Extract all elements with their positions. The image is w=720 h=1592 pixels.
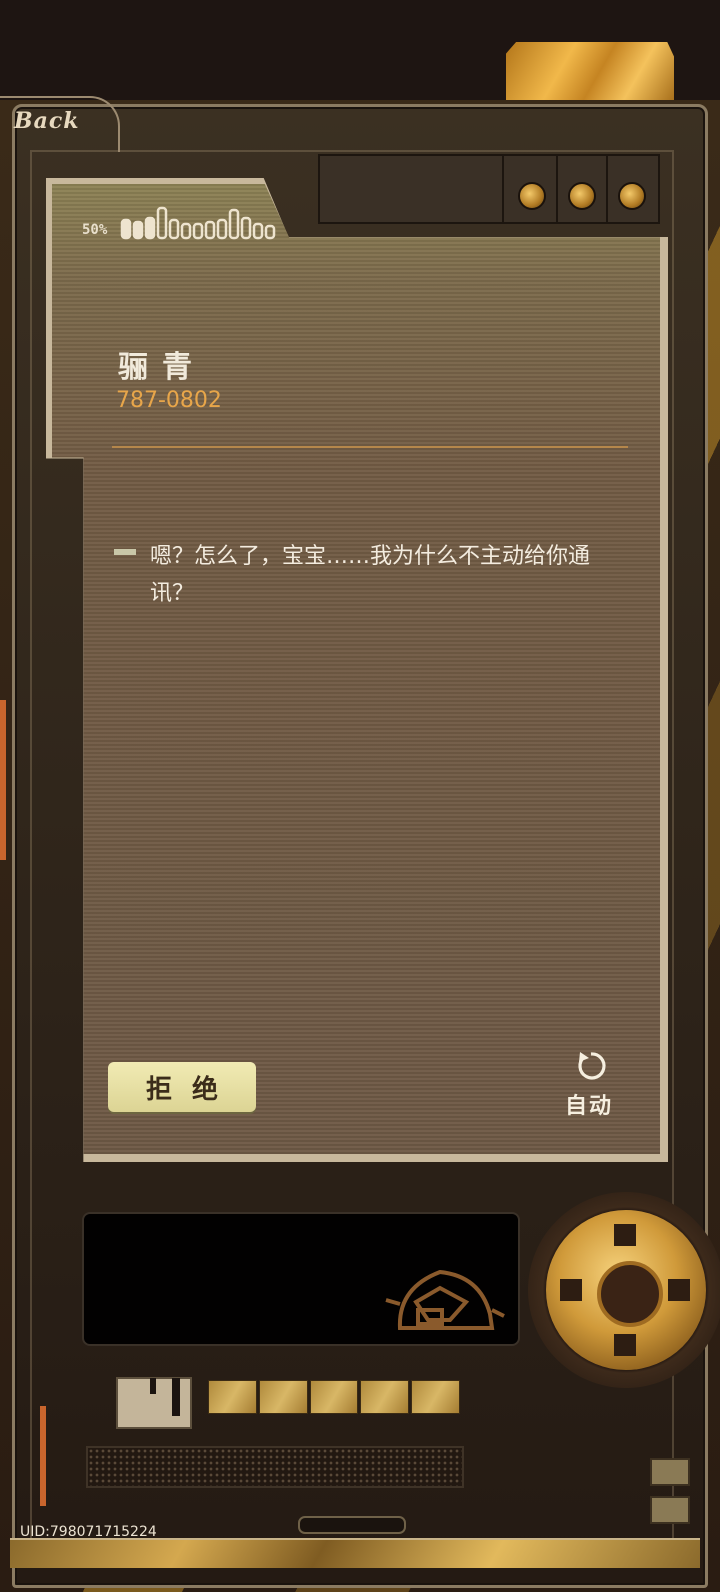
auto-button[interactable]: 自动	[565, 1088, 613, 1120]
reject-label: 拒绝	[145, 1074, 238, 1105]
gold-cell	[309, 1380, 359, 1414]
dial-tab	[614, 1334, 636, 1356]
refresh-icon[interactable]	[574, 1049, 608, 1083]
call-screen	[52, 184, 660, 1154]
card-slot-mark	[172, 1378, 180, 1416]
signal-bars-icon	[120, 206, 276, 240]
side-button[interactable]	[650, 1496, 690, 1524]
knob-icon	[568, 182, 596, 210]
knob-icon	[518, 182, 546, 210]
top-panel-segment	[318, 154, 504, 224]
reject-button[interactable]: 拒绝	[108, 1062, 256, 1112]
message-text: 嗯？怎么了，宝宝……我为什么不主动给你通讯？	[150, 544, 591, 606]
knob-icon	[618, 182, 646, 210]
signal-percent: 50%	[82, 222, 108, 238]
gold-cell	[411, 1380, 460, 1414]
gold-cell	[360, 1380, 410, 1414]
turtle-icon	[385, 1269, 505, 1330]
gold-cell	[208, 1380, 257, 1414]
dial-center[interactable]	[597, 1261, 663, 1327]
dial-tab	[560, 1279, 582, 1301]
home-indicator[interactable]	[298, 1516, 406, 1534]
accent-strip	[40, 1406, 46, 1506]
contact-number: 787-0802	[116, 388, 222, 413]
accent-strip	[0, 700, 6, 860]
back-label[interactable]: Back	[14, 108, 80, 134]
speaker-grille	[86, 1446, 464, 1488]
divider	[112, 446, 628, 448]
gold-indicator-bar	[208, 1380, 460, 1414]
side-button[interactable]	[650, 1458, 690, 1486]
dial-tab	[614, 1224, 636, 1246]
card-slot-mark	[150, 1378, 156, 1394]
message-bullet	[114, 549, 136, 555]
contact-name: 骊青	[118, 350, 206, 385]
gold-tab-decoration	[506, 42, 674, 100]
bottom-gold-strip	[10, 1538, 700, 1568]
dial-tab	[668, 1279, 690, 1301]
uid-label: UID:798071715224	[20, 1524, 157, 1540]
gold-cell	[258, 1380, 308, 1414]
